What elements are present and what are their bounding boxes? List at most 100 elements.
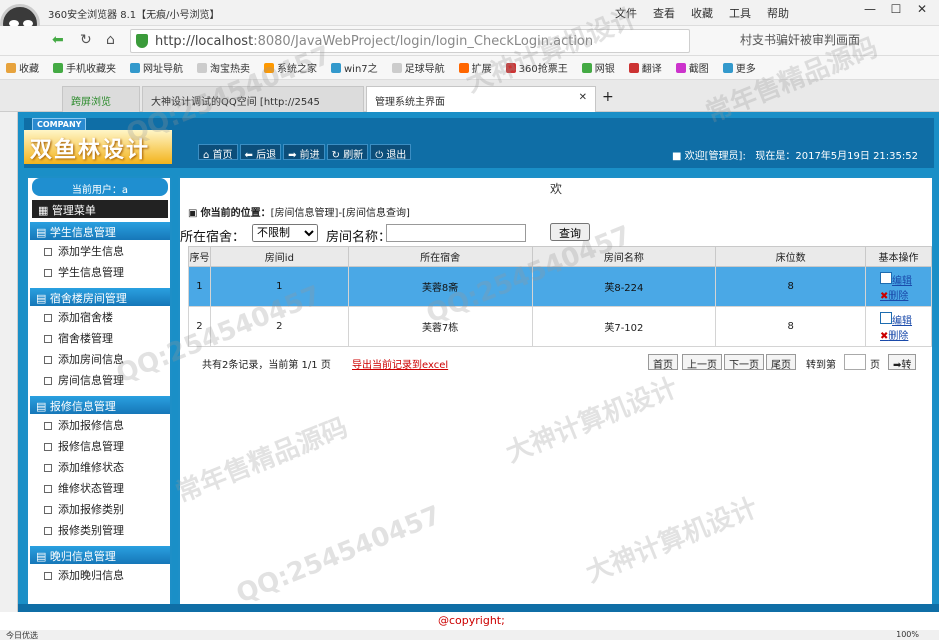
browser-menu-bar: 文件 查看 收藏 工具 帮助 (615, 5, 789, 21)
sidebar-item-category-manage[interactable]: 报修类别管理 (30, 519, 172, 540)
col-header: 房间名称 (531, 246, 717, 267)
menu-help[interactable]: 帮助 (767, 5, 789, 21)
logout-button[interactable]: ⏻ 退出 (370, 144, 412, 161)
browser-side-strip (0, 112, 18, 612)
forward-button[interactable]: ➡ 前进 (283, 144, 325, 161)
go-button[interactable]: ➡转 (888, 354, 917, 371)
new-tab-icon[interactable]: + (602, 89, 614, 105)
bookmark-item[interactable]: 360抢票王 (505, 60, 568, 79)
bookmark-item[interactable]: 收藏 (6, 60, 39, 79)
delete-link[interactable]: ✖删除 (880, 327, 931, 342)
url-field[interactable]: http://localhost:8080/JavaWebProject/log… (130, 29, 690, 53)
sidebar-item-add-room[interactable]: 添加房间信息 (30, 348, 172, 369)
doc-icon (44, 527, 52, 535)
sidebar-item-add-status[interactable]: 添加维修状态 (30, 456, 172, 477)
col-header: 序号 (188, 246, 211, 267)
doc-icon (44, 248, 52, 256)
menu-title: ▦ 管理菜单 (32, 200, 168, 218)
bookmark-item[interactable]: 足球导航 (391, 60, 445, 79)
room-name-input[interactable] (386, 224, 526, 242)
col-header: 所在宿舍 (347, 246, 533, 267)
sidebar-section-late[interactable]: ▤ 晚归信息管理 (30, 546, 170, 564)
doc-icon (44, 485, 52, 493)
home-icon[interactable]: ⌂ (106, 32, 115, 48)
minimize-icon[interactable]: — (858, 2, 882, 20)
next-page-button[interactable]: 下一页 (724, 354, 764, 371)
bookmark-item[interactable]: 淘宝热卖 (197, 60, 250, 79)
tab-cross-screen[interactable]: 跨屏浏览 (62, 86, 140, 112)
browser-title-bar: 360安全浏览器 8.1【无痕/小号浏览】 文件 查看 收藏 工具 帮助 — ☐… (0, 0, 939, 26)
prev-page-button[interactable]: 上一页 (682, 354, 722, 371)
maximize-icon[interactable]: ☐ (884, 2, 908, 20)
sidebar-item-room-manage[interactable]: 房间信息管理 (30, 369, 172, 390)
doc-icon (44, 269, 52, 277)
bookmark-item[interactable]: win7之 (331, 60, 378, 79)
tab-main[interactable]: 管理系统主界面 ✕ (366, 86, 596, 112)
sidebar-item-add-late[interactable]: 添加晚归信息 (30, 564, 172, 585)
bookmark-item[interactable]: 网银 (581, 60, 615, 79)
sidebar-section-repair[interactable]: ▤ 报修信息管理 (30, 396, 170, 414)
menu-favorites[interactable]: 收藏 (691, 5, 713, 21)
home-button[interactable]: ⌂ 首页 (198, 144, 238, 161)
grid-icon (458, 63, 469, 73)
building-filter-label: 所在宿舍： (180, 230, 246, 245)
sidebar-item-repair-manage[interactable]: 报修信息管理 (30, 435, 172, 456)
bookmarks-bar: 收藏 手机收藏夹 网址导航 淘宝热卖 系统之家 win7之 足球导航 扩展 36… (0, 56, 939, 80)
menu-view[interactable]: 查看 (653, 5, 675, 21)
page-number-input[interactable] (844, 354, 866, 370)
window-title: 360安全浏览器 8.1【无痕/小号浏览】 (48, 10, 220, 21)
first-page-button[interactable]: 首页 (648, 354, 678, 371)
sidebar-item-student-manage[interactable]: 学生信息管理 (30, 261, 172, 282)
delete-link[interactable]: ✖删除 (880, 287, 931, 302)
back-arrow-icon[interactable]: ⬅ (52, 32, 64, 48)
bookmark-item[interactable]: 截图 (675, 60, 709, 79)
sidebar-item-status-manage[interactable]: 维修状态管理 (30, 477, 172, 498)
refresh-icon[interactable]: ↻ (80, 32, 92, 48)
search-form: 所在宿舍： 不限制 房间名称： 查询 (180, 223, 590, 245)
sidebar-menu: ▤ 学生信息管理 添加学生信息 学生信息管理 ▤ 宿舍楼房间管理 添加宿舍楼 宿… (30, 222, 172, 585)
doc-icon (44, 356, 52, 364)
close-icon[interactable]: ✕ (910, 2, 934, 20)
back-button[interactable]: ⬅ 后退 (239, 144, 282, 161)
tab-qq-space[interactable]: 大神设计调试的QQ空间 [http://2545 (142, 86, 364, 112)
menu-tools[interactable]: 工具 (729, 5, 751, 21)
table-row[interactable]: 1 1 芙蓉8斋 芙8-224 8 编辑 ✖删除 (188, 266, 932, 307)
query-button[interactable]: 查询 (550, 223, 590, 241)
edit-icon (880, 311, 893, 324)
bookmark-item[interactable]: 扩展 (458, 60, 492, 79)
room-table: 序号 房间id 所在宿舍 房间名称 床位数 基本操作 1 1 芙蓉8斋 芙8-2… (188, 246, 932, 347)
edit-link[interactable]: 编辑 (880, 311, 931, 327)
sidebar-item-add-building[interactable]: 添加宿舍楼 (30, 306, 172, 327)
doc-icon (44, 572, 52, 580)
url-text: http://localhost:8080/JavaWebProject/log… (155, 34, 594, 49)
grid-icon (722, 63, 733, 73)
sidebar-item-add-student[interactable]: 添加学生信息 (30, 240, 172, 261)
page-unit: 页 (870, 360, 880, 371)
col-header: 床位数 (715, 246, 867, 267)
current-user: 当前用户：a (32, 178, 168, 196)
building-select[interactable]: 不限制 (252, 224, 318, 242)
sidebar-item-add-category[interactable]: 添加报修类别 (30, 498, 172, 519)
edit-link[interactable]: 编辑 (880, 271, 931, 287)
doc-icon (44, 464, 52, 472)
menu-file[interactable]: 文件 (615, 5, 637, 21)
sidebar-section-building[interactable]: ▤ 宿舍楼房间管理 (30, 288, 170, 306)
shield-icon (136, 34, 148, 48)
bookmark-item[interactable]: 翻译 (628, 60, 662, 79)
export-excel-link[interactable]: 导出当前记录到excel (352, 356, 448, 371)
search-suggestion[interactable]: 村支书骗奸被审判画面 (740, 31, 860, 48)
doc-icon (44, 443, 52, 451)
bookmark-item[interactable]: 手机收藏夹 (53, 60, 116, 79)
table-row[interactable]: 2 2 芙蓉7栋 芙7-102 8 编辑 ✖删除 (188, 306, 932, 347)
record-count: 共有2条记录，当前第 1/1 页 (202, 360, 331, 371)
sidebar-item-add-repair[interactable]: 添加报修信息 (30, 414, 172, 435)
sidebar-section-student[interactable]: ▤ 学生信息管理 (30, 222, 170, 240)
sidebar-item-building-manage[interactable]: 宿舍楼管理 (30, 327, 172, 348)
bookmark-item[interactable]: 网址导航 (130, 60, 183, 79)
bookmark-item[interactable]: 更多 (722, 60, 756, 79)
close-tab-icon[interactable]: ✕ (579, 92, 587, 103)
page-icon (197, 63, 207, 73)
refresh-button[interactable]: ↻ 刷新 (326, 144, 369, 161)
last-page-button[interactable]: 尾页 (766, 354, 796, 371)
bookmark-item[interactable]: 系统之家 (264, 60, 317, 79)
